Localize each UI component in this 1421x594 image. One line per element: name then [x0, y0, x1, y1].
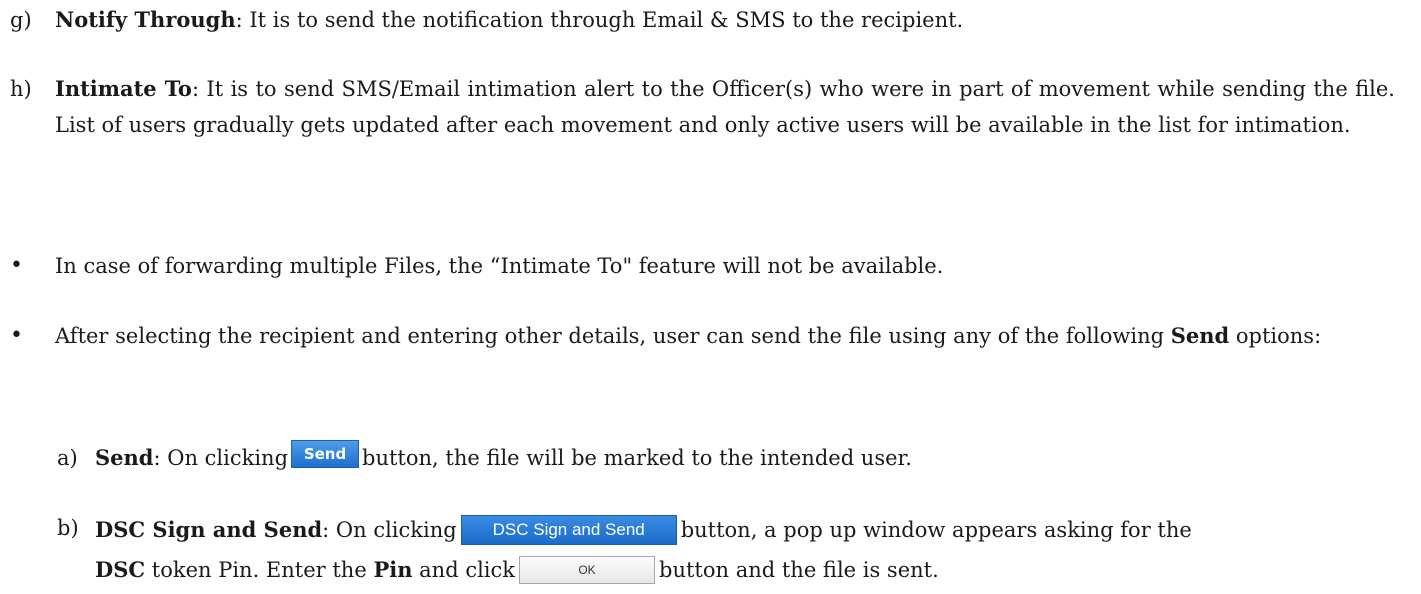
option-term: Send [95, 445, 154, 470]
option-term-pin: Pin [373, 557, 413, 582]
bullet-text: After selecting the recipient and enteri… [55, 318, 1395, 354]
bullet-text-post: options: [1229, 324, 1322, 348]
option-text-post: button, a pop up window appears asking f… [680, 518, 1192, 542]
item-marker: h) [10, 77, 32, 101]
item-description: : It is to send SMS/Email intimation ale… [55, 77, 1395, 137]
ok-button[interactable]: OK [519, 555, 656, 584]
item-text: Intimate To: It is to send SMS/Email int… [55, 71, 1395, 143]
bullet-icon: • [10, 253, 23, 278]
item-term: Notify Through [55, 7, 236, 32]
option-text-pre-ok: and click [412, 558, 516, 582]
option-text: DSC Sign and Send: On clicking DSC Sign a… [95, 510, 1395, 590]
option-marker: b) [57, 516, 79, 540]
option-term-dsc: DSC [95, 557, 146, 582]
bullet-text: In case of forwarding multiple Files, th… [55, 254, 944, 278]
send-button[interactable]: Send [291, 439, 360, 468]
bullet-term: Send [1170, 323, 1230, 348]
option-text-mid: token Pin. Enter the [145, 558, 374, 582]
option-text-post: button, the file will be marked to the i… [362, 446, 912, 470]
option-text-pre: : On clicking [322, 518, 457, 542]
item-text: Notify Through: It is to send the notifi… [55, 2, 1395, 38]
option-text-end: button and the file is sent. [659, 558, 939, 582]
option-marker: a) [57, 446, 78, 470]
item-term: Intimate To [55, 76, 192, 101]
item-marker: g) [10, 8, 32, 32]
document-page: g) Notify Through: It is to send the not… [0, 0, 1421, 594]
bullet-text-pre: After selecting the recipient and enteri… [55, 324, 1171, 348]
bullet-icon: • [10, 323, 23, 348]
item-description: : It is to send the notification through… [235, 8, 964, 32]
option-text-pre: : On clicking [153, 446, 289, 470]
dsc-sign-and-send-button[interactable]: DSC Sign and Send [460, 514, 677, 545]
option-term: DSC Sign and Send [95, 517, 323, 542]
option-text: Send: On clicking Send button, the file wi… [95, 439, 1395, 476]
